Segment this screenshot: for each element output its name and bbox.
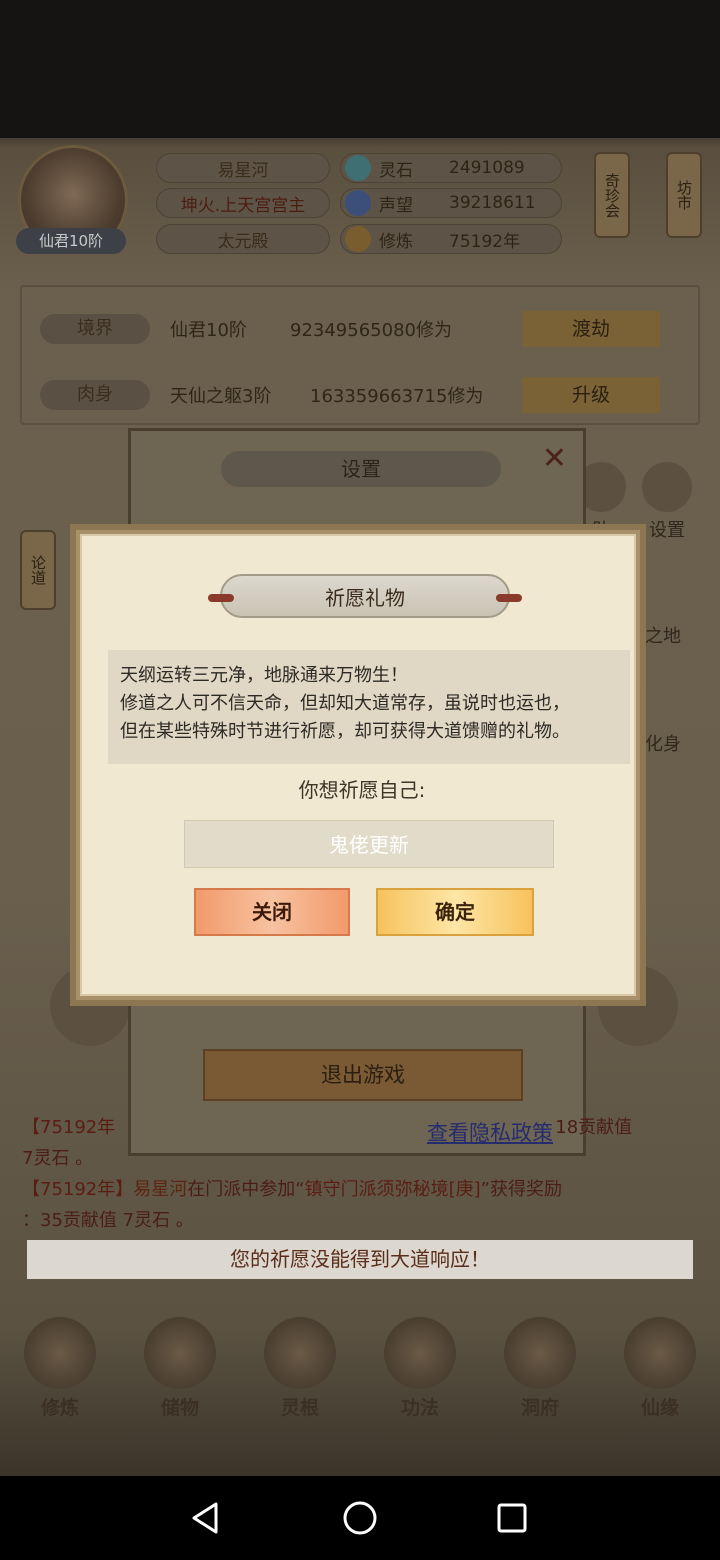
nav-label: 储物 [160,1397,199,1419]
body-points: 163359663715修为 [310,386,484,407]
resource-value: 75192年 [449,231,521,252]
scroll-treasure-fair[interactable]: 奇珍会 [594,152,630,238]
wish-prompt: 你想祈愿自己: [298,778,426,802]
nav-cultivate[interactable]: 修炼 [10,1310,110,1420]
body-row: 肉身 天仙之躯3阶 163359663715修为 升级 [40,377,660,413]
resource-spirit-stone: 灵石 2491089 [340,153,562,183]
body-level: 天仙之躯3阶 [170,386,272,407]
upgrade-button[interactable]: 升级 [522,377,660,413]
toast-message: 您的祈愿没能得到大道响应！ [27,1240,693,1279]
wish-input[interactable]: 鬼佬更新 [184,820,554,868]
back-icon[interactable] [186,1498,226,1538]
resource-label: 声望 [379,195,413,216]
wish-title: 祈愿礼物 [325,585,405,610]
exit-game-button[interactable]: 退出游戏 [203,1049,523,1101]
resource-reputation: 声望 39218611 [340,188,562,218]
wish-title-bar: 祈愿礼物 [208,574,522,618]
event-log: 【75192年 18贡献值 7灵石 。 【75192年】易星河在门派中参加“镇守门… [22,1112,702,1236]
log-line: 【75192年 18贡献值 [22,1112,702,1143]
storage-bag-icon [144,1317,216,1389]
land-label: 之地 [645,626,681,647]
log-player: 易星河 [133,1179,188,1200]
wish-desc-line: 天纲运转三元净，地脉通来万物生！ [120,665,408,686]
wish-gift-dialog: 祈愿礼物 天纲运转三元净，地脉通来万物生！ 修道之人可不信天命，但却知大道常存，… [76,530,640,1000]
avatar-change-shortcut[interactable]: 化身 [638,730,688,756]
log-line: 7灵石 。 [22,1148,94,1169]
resource-cultivation: 修炼 75192年 [340,224,562,254]
bottom-nav: 修炼 储物 灵根 功法 洞府 仙缘 [0,1300,720,1430]
confirm-button[interactable]: 确定 [376,888,534,936]
scroll-discuss-dao[interactable]: 论道 [20,530,56,610]
realm-points: 92349565080修为 [290,320,452,341]
realm-tag: 境界 [40,314,150,344]
book-icon [384,1317,456,1389]
nav-label: 修炼 [40,1397,79,1419]
log-line: 【75192年】易星河在门派中参加“镇守门派须弥秘境[庚]”获得奖励 [22,1174,702,1205]
resource-value: 39218611 [449,193,536,213]
wish-description: 天纲运转三元净，地脉通来万物生！ 修道之人可不信天命，但却知大道常存，虽说时也运… [108,650,630,764]
title-knob-left [208,594,234,602]
log-reward: 18贡献值 [555,1117,633,1138]
player-sect: 太元殿 [156,224,330,254]
nav-label: 功法 [400,1397,439,1419]
log-event: 镇守门派须弥秘境[庚] [304,1179,481,1200]
home-icon[interactable] [340,1498,380,1538]
nav-techniques[interactable]: 功法 [370,1310,470,1420]
tribulation-button[interactable]: 渡劫 [522,311,660,347]
nav-label: 仙缘 [640,1397,679,1419]
land-shortcut[interactable]: 之地 [638,622,688,648]
avatar-change-label: 化身 [645,734,681,755]
player-name: 易星河 [156,153,330,183]
log-year: 【75192年】 [22,1179,134,1200]
nav-spirit-root[interactable]: 灵根 [250,1310,350,1420]
wish-desc-line: 但在某些特殊时节进行祈愿，却可获得大道馈赠的礼物。 [120,721,570,742]
recents-icon[interactable] [492,1498,532,1538]
spirit-root-icon [264,1317,336,1389]
wish-desc-line: 修道之人可不信天命，但却知大道常存，虽说时也运也， [120,693,570,714]
fate-icon [624,1317,696,1389]
log-text: ”获得奖励 [480,1179,562,1200]
top-blank-area [0,0,720,138]
reputation-icon [345,190,371,216]
game-screen: 仙君10阶 易星河 坤火.上天宫宫主 太元殿 灵石 2491089 声望 392… [0,0,720,1476]
settings-title: 设置 [221,451,501,487]
resource-value: 2491089 [449,158,525,178]
rank-badge: 仙君10阶 [16,228,126,254]
resource-label: 灵石 [379,160,413,181]
gear-icon [642,462,692,512]
cultivation-icon [345,226,371,252]
nav-storage[interactable]: 储物 [130,1310,230,1420]
system-navigation-bar [0,1476,720,1560]
scroll-market[interactable]: 坊市 [666,152,702,238]
cultivate-icon [24,1317,96,1389]
resource-label: 修炼 [379,231,413,252]
nav-cave[interactable]: 洞府 [490,1310,590,1420]
title-knob-right [496,594,522,602]
log-text: 在门派中参加“ [187,1179,305,1200]
realm-level: 仙君10阶 [170,320,247,341]
nav-label: 洞府 [520,1397,559,1419]
spirit-stone-icon [345,155,371,181]
log-year: 【75192年 [22,1117,116,1138]
realm-row: 境界 仙君10阶 92349565080修为 渡劫 [40,311,660,347]
player-title: 坤火.上天宫宫主 [156,188,330,218]
settings-label: 设置 [649,520,685,541]
close-icon[interactable]: ✕ [542,441,567,476]
nav-label: 灵根 [280,1397,319,1419]
body-tag: 肉身 [40,380,150,410]
settings-shortcut[interactable]: 设置 [640,462,694,542]
log-line: ：35贡献值 7灵石 。 [22,1210,194,1231]
nav-fate[interactable]: 仙缘 [610,1310,710,1420]
close-button[interactable]: 关闭 [194,888,350,936]
cave-icon [504,1317,576,1389]
